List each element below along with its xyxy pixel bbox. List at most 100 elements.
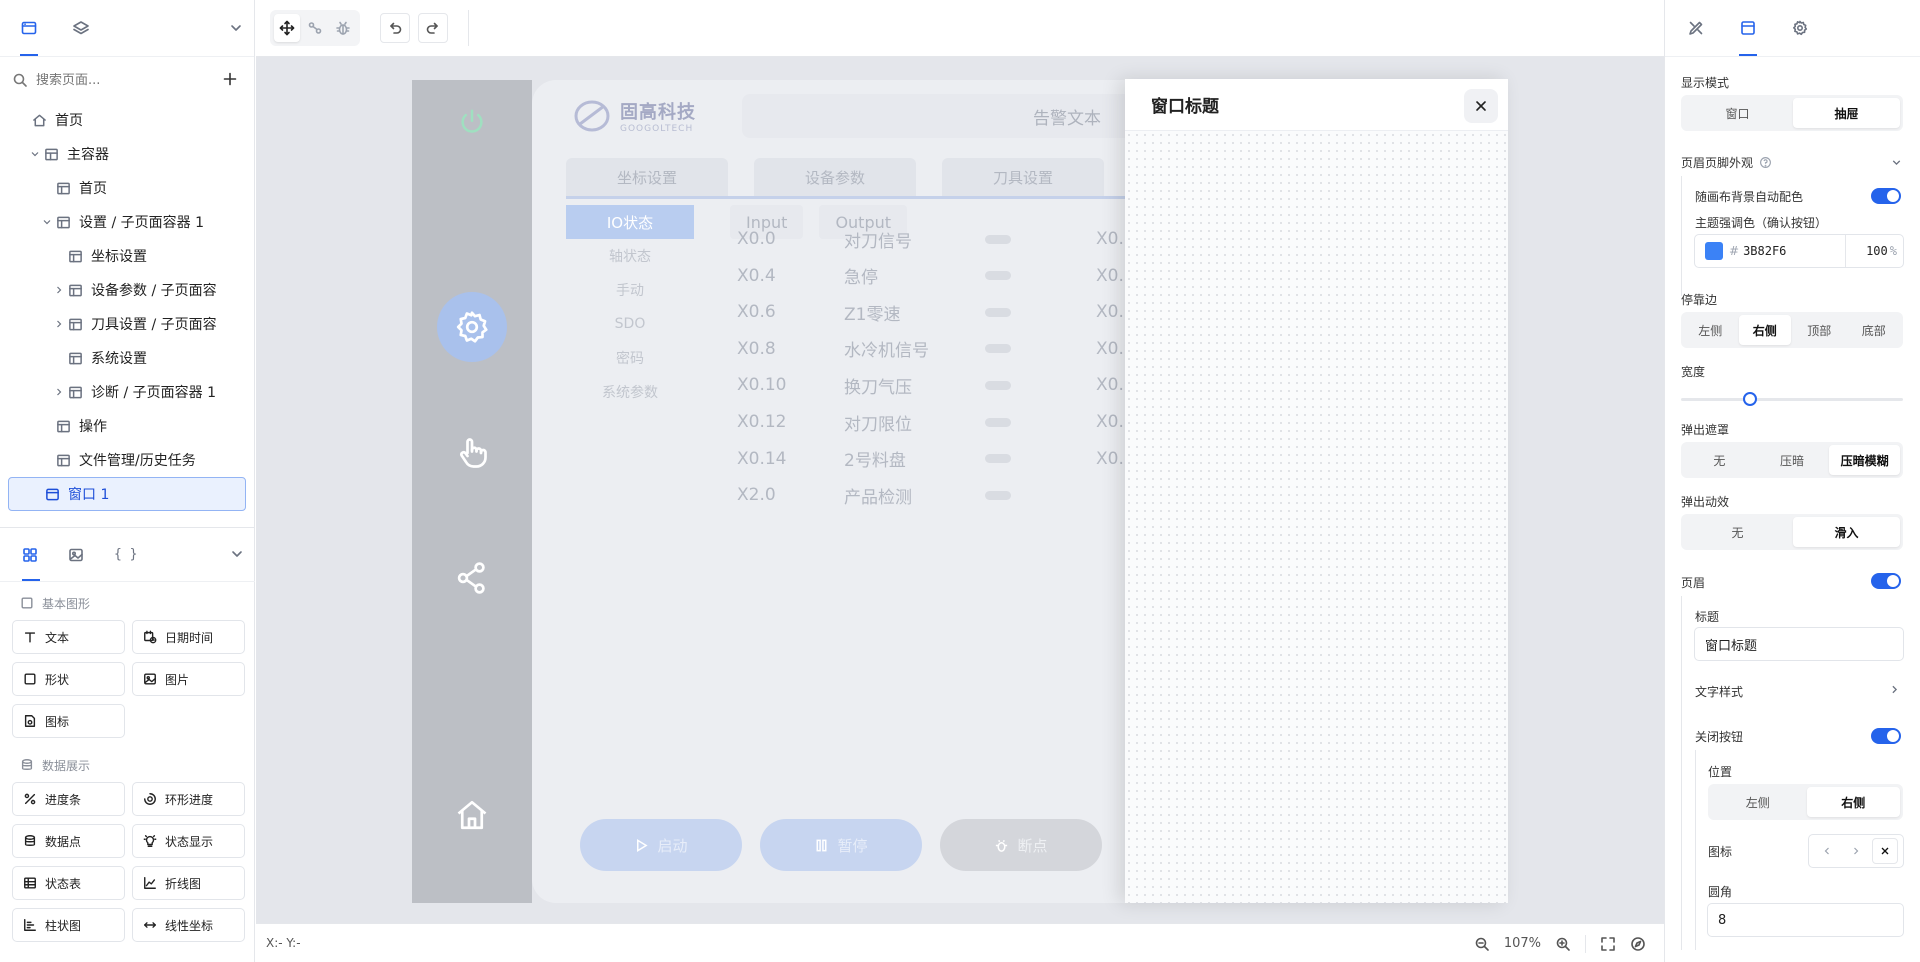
accent-color-field[interactable]: # 3B82F6 100%: [1694, 234, 1904, 268]
tree-node[interactable]: 首页: [8, 103, 246, 137]
component-database[interactable]: 数据点: [12, 824, 125, 858]
hmi-share-button[interactable]: [437, 543, 507, 613]
component-lightbulb[interactable]: 状态显示: [132, 824, 245, 858]
tree-node[interactable]: 坐标设置: [8, 239, 246, 273]
tree-arrow[interactable]: [52, 386, 66, 398]
segment-option[interactable]: 左侧: [1711, 787, 1805, 817]
hmi-subnav-item[interactable]: IO状态: [566, 205, 694, 239]
accent-hex-value[interactable]: 3B82F6: [1743, 244, 1786, 258]
start-button[interactable]: 启动: [580, 819, 742, 871]
fit-screen-button[interactable]: [1600, 936, 1616, 952]
zoom-level[interactable]: 107%: [1504, 936, 1541, 951]
search-input[interactable]: [36, 72, 206, 88]
component-bar-chart[interactable]: 柱状图: [12, 908, 125, 942]
close-button-toggle[interactable]: [1871, 728, 1901, 744]
title-input[interactable]: 窗口标题: [1694, 627, 1904, 661]
icon-option-left[interactable]: [1814, 838, 1840, 864]
header-toggle[interactable]: [1871, 573, 1901, 589]
window-props-tab[interactable]: [1737, 17, 1759, 39]
zoom-in-button[interactable]: [1555, 936, 1571, 952]
redo-button[interactable]: [418, 13, 448, 43]
icon-option-close[interactable]: [1871, 838, 1898, 864]
navigator-button[interactable]: [1630, 936, 1646, 952]
segment-option[interactable]: 抽屉: [1793, 98, 1900, 128]
accent-color-swatch[interactable]: [1705, 242, 1723, 260]
segment-option[interactable]: 无: [1684, 445, 1755, 475]
hmi-power-button[interactable]: [437, 87, 507, 157]
tree-node[interactable]: 文件管理/历史任务: [8, 443, 246, 477]
undo-button[interactable]: [380, 13, 410, 43]
hmi-manual-button[interactable]: [437, 418, 507, 488]
component-table[interactable]: 状态表: [12, 866, 125, 900]
segment-option[interactable]: 压暗: [1757, 445, 1828, 475]
tree-arrow[interactable]: [52, 284, 66, 296]
collapse-components-chevron[interactable]: [229, 546, 245, 562]
style-tab[interactable]: [1685, 17, 1707, 39]
text-style-label[interactable]: 文字样式: [1695, 683, 1743, 700]
component-line-chart[interactable]: 折线图: [132, 866, 245, 900]
icon-option-right[interactable]: [1843, 838, 1869, 864]
hmi-tab[interactable]: 刀具设置: [942, 158, 1104, 196]
segment-option[interactable]: 底部: [1848, 315, 1901, 345]
component-arrows-horizontal[interactable]: 线性坐标: [132, 908, 245, 942]
segment-option[interactable]: 窗口: [1684, 98, 1791, 128]
drawer-close-button[interactable]: [1464, 89, 1498, 123]
assets-tab[interactable]: [68, 545, 84, 565]
tree-node[interactable]: 首页: [8, 171, 246, 205]
text-style-chevron[interactable]: [1888, 683, 1901, 696]
collapse-chevron[interactable]: [228, 20, 244, 36]
drawer-body[interactable]: [1125, 131, 1508, 903]
add-page-button[interactable]: [222, 71, 238, 87]
segment-option[interactable]: 无: [1684, 517, 1791, 547]
move-tool-button[interactable]: [274, 14, 300, 42]
tree-arrow[interactable]: [28, 148, 42, 160]
hmi-subnav-item[interactable]: 密码: [566, 341, 694, 375]
hmi-settings-button[interactable]: [437, 292, 507, 362]
segment-option[interactable]: 右侧: [1806, 787, 1900, 817]
tree-node[interactable]: 刀具设置 / 子页面容: [8, 307, 246, 341]
tree-node[interactable]: 操作: [8, 409, 246, 443]
hmi-subnav-item[interactable]: 系统参数: [566, 375, 694, 409]
width-slider-handle[interactable]: [1742, 392, 1757, 406]
segment-option[interactable]: 左侧: [1684, 315, 1737, 345]
design-canvas[interactable]: 固高科技 GOOGOLTECH 告警文本 坐标设置 设备参数 刀具设置 IO状态 轴状…: [256, 57, 1664, 923]
accent-opacity[interactable]: 100%: [1845, 235, 1903, 267]
code-tab[interactable]: { }: [114, 545, 137, 565]
radius-input[interactable]: 8: [1707, 903, 1904, 937]
hmi-home-button[interactable]: [437, 780, 507, 850]
hmi-subnav-item[interactable]: SDO: [566, 307, 694, 341]
component-square[interactable]: 形状: [12, 662, 125, 696]
hmi-tab[interactable]: 坐标设置: [566, 158, 728, 196]
component-text[interactable]: 文本: [12, 620, 125, 654]
segment-option[interactable]: 压暗模糊: [1829, 445, 1901, 475]
breakpoint-button[interactable]: 断点: [940, 819, 1102, 871]
auto-color-toggle[interactable]: [1871, 188, 1901, 204]
tree-node[interactable]: 系统设置: [8, 341, 246, 375]
connect-tool-button[interactable]: [302, 14, 328, 42]
tree-node[interactable]: 主容器: [8, 137, 246, 171]
components-tab[interactable]: [22, 545, 38, 565]
hmi-subnav-item[interactable]: 手动: [566, 273, 694, 307]
debug-tool-button[interactable]: [330, 14, 356, 42]
tree-arrow[interactable]: [52, 318, 66, 330]
pause-button[interactable]: 暂停: [760, 819, 922, 871]
accent-opacity-value[interactable]: 100: [1866, 244, 1888, 258]
hmi-subnav-item[interactable]: 轴状态: [566, 239, 694, 273]
component-icon-file[interactable]: 图标: [12, 704, 125, 738]
drawer-window[interactable]: 窗口标题: [1125, 79, 1508, 903]
segment-option[interactable]: 顶部: [1793, 315, 1846, 345]
segment-option[interactable]: 右侧: [1738, 315, 1791, 345]
tree-arrow[interactable]: [40, 216, 54, 228]
zoom-out-button[interactable]: [1474, 936, 1490, 952]
segment-option[interactable]: 滑入: [1793, 517, 1900, 547]
tree-node[interactable]: 设备参数 / 子页面容: [8, 273, 246, 307]
tree-node[interactable]: 诊断 / 子页面容器 1: [8, 375, 246, 409]
component-percent[interactable]: 进度条: [12, 782, 125, 816]
component-calendar-clock[interactable]: 日期时间: [132, 620, 245, 654]
component-image[interactable]: 图片: [132, 662, 245, 696]
layers-tab[interactable]: [70, 17, 92, 39]
settings-tab[interactable]: [1789, 17, 1811, 39]
pages-tab[interactable]: [18, 17, 40, 39]
tree-node[interactable]: 窗口 1: [8, 477, 246, 511]
header-footer-section[interactable]: 页眉页脚外观: [1681, 154, 1903, 171]
